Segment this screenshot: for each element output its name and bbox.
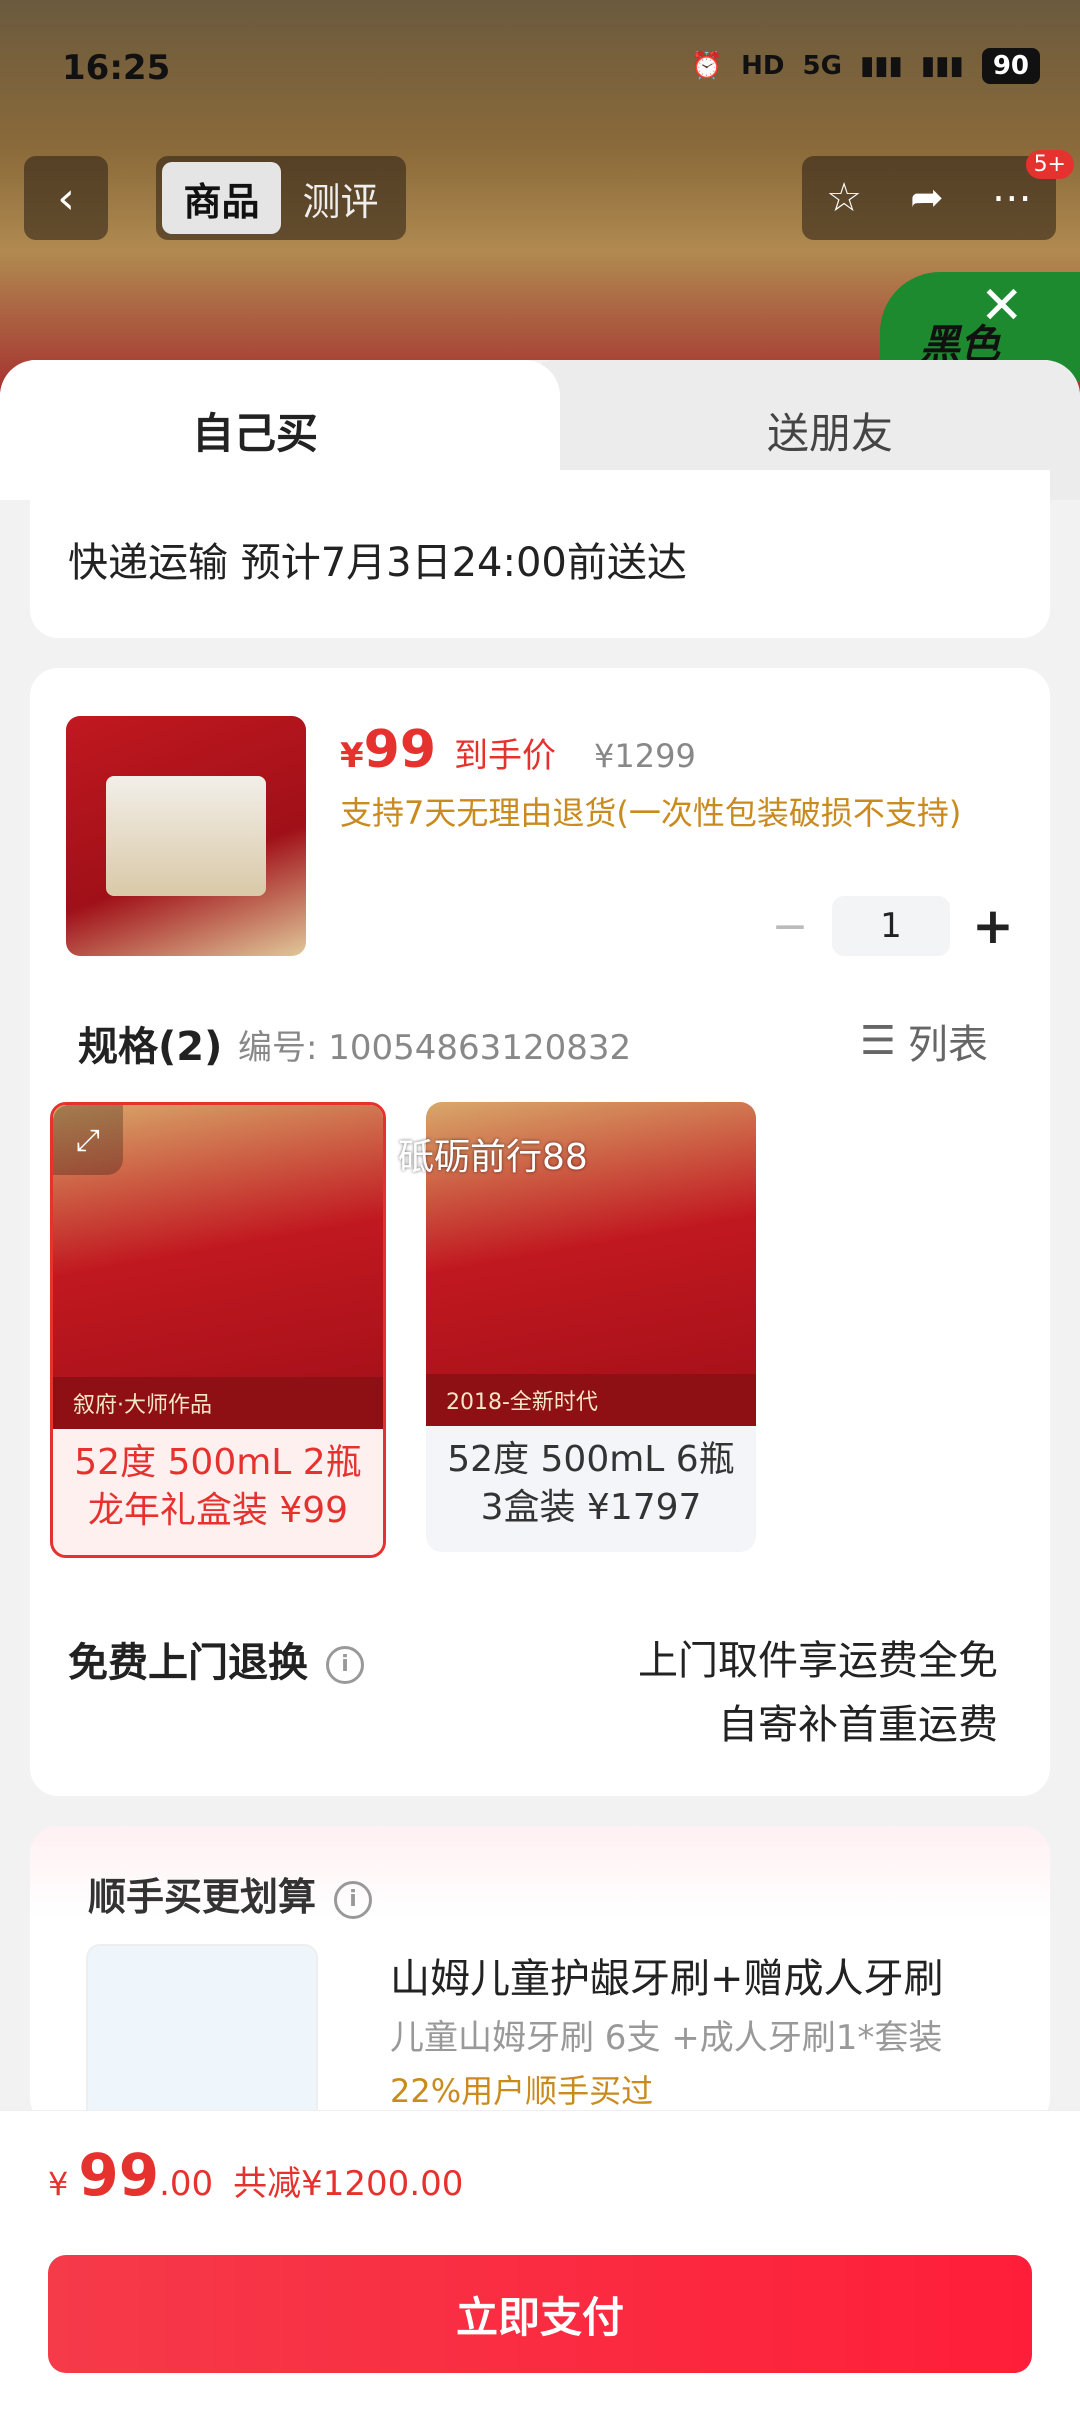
product-thumbnail[interactable] xyxy=(66,716,306,956)
status-time: 16:25 xyxy=(62,48,171,88)
alarm-icon: ⏰ xyxy=(690,51,724,81)
status-bar: 16:25 ⏰ HD 5G ▮▮▮ ▮▮▮ 90 xyxy=(62,48,1040,98)
close-icon[interactable]: ✕ xyxy=(980,276,1024,336)
watermark-text: 砥砺前行88 xyxy=(398,1137,588,1178)
nav-segment: 商品 测评 xyxy=(156,156,406,240)
list-icon: ☰ xyxy=(860,1018,896,1064)
addon-card: 顺手买更划算 i 山姆儿童护龈牙刷+赠成人牙刷 儿童山姆牙刷 6支 +成人牙刷1*… xyxy=(30,1826,1050,2148)
free-return-line1: 上门取件享运费全免 xyxy=(638,1638,998,1684)
original-price: ¥1299 xyxy=(594,737,696,775)
product-card: ¥99 到手价 ¥1299 支持7天无理由退货(一次性包装破损不支持) − 1 … xyxy=(30,668,1050,1796)
signal-icon-2: ▮▮▮ xyxy=(920,51,964,81)
spec-option-1-label: 52度 500mL 2瓶 龙年礼盒装 ¥99 xyxy=(74,1442,362,1531)
tab-review[interactable]: 测评 xyxy=(281,162,400,234)
quantity-input[interactable]: 1 xyxy=(832,896,950,956)
expand-icon[interactable]: ⤢ xyxy=(53,1105,123,1175)
addon-title: 顺手买更划算 i xyxy=(88,1866,373,1921)
free-return-line2: 自寄补首重运费 xyxy=(718,1702,998,1748)
tab-buy-self-label: 自己买 xyxy=(191,408,318,458)
addon-name[interactable]: 山姆儿童护龈牙刷+赠成人牙刷 xyxy=(390,1946,944,2004)
list-view-toggle[interactable]: ☰ 列表 xyxy=(860,1012,988,1070)
price-label: 到手价 xyxy=(454,736,557,776)
product-code: 编号: 10054863120832 xyxy=(238,1028,632,1068)
battery-indicator: 90 xyxy=(981,48,1040,84)
checkout-bar: ¥ 99 .00 共减¥1200.00 立即支付 xyxy=(0,2110,1080,2413)
spec-option-1[interactable]: 叙府·大师作品 ⤢ 52度 500mL 2瓶 龙年礼盒装 ¥99 xyxy=(50,1102,386,1558)
spec-option-2-caption: 2018-全新时代 xyxy=(426,1374,756,1426)
price-row: ¥99 到手价 ¥1299 xyxy=(340,720,696,780)
current-price: ¥99 xyxy=(340,720,437,780)
savings-text: 共减¥1200.00 xyxy=(233,2164,464,2204)
star-icon[interactable]: ☆ xyxy=(826,175,862,221)
tab-product[interactable]: 商品 xyxy=(162,162,281,234)
info-icon[interactable]: i xyxy=(326,1646,364,1684)
addon-info-icon[interactable]: i xyxy=(334,1880,373,1919)
tab-gift-friend-label: 送朋友 xyxy=(766,408,893,458)
increase-button[interactable]: + xyxy=(972,897,1014,955)
pay-now-button[interactable]: 立即支付 xyxy=(48,2255,1032,2373)
list-label: 列表 xyxy=(907,1022,988,1068)
spec-option-1-caption: 叙府·大师作品 xyxy=(53,1377,383,1429)
back-button[interactable]: ‹ xyxy=(24,156,108,240)
more-icon[interactable]: ⋯ xyxy=(992,175,1032,221)
signal-icon: ▮▮▮ xyxy=(859,51,903,81)
notification-badge: 5+ xyxy=(1025,150,1074,179)
total-price: ¥ 99 .00 共减¥1200.00 xyxy=(48,2141,464,2209)
shipping-text: 快递运输 预计7月3日24:00前送达 xyxy=(68,540,687,586)
shipping-card: 快递运输 预计7月3日24:00前送达 xyxy=(30,470,1050,638)
signal-label: 5G xyxy=(802,51,842,81)
free-return-title: 免费上门退换 i xyxy=(68,1630,364,1688)
back-arrow-icon: ‹ xyxy=(57,172,75,224)
top-nav: ‹ 商品 测评 ☆ ➦ ⋯ 5+ xyxy=(24,150,1074,240)
spec-option-2-label: 52度 500mL 6瓶 3盒装 ¥1797 xyxy=(447,1439,735,1528)
decrease-button[interactable]: − xyxy=(770,901,810,952)
return-policy-note: 支持7天无理由退货(一次性包装破损不支持) xyxy=(340,794,962,832)
quantity-stepper: − 1 + xyxy=(770,896,1014,956)
spec-title: 规格(2) xyxy=(78,1024,223,1070)
hd-icon: HD xyxy=(741,51,785,81)
nav-actions: ☆ ➦ ⋯ 5+ xyxy=(802,150,1074,240)
addon-tag: 22%用户顺手买过 xyxy=(390,2072,654,2110)
addon-subtitle: 儿童山姆牙刷 6支 +成人牙刷1*套装 xyxy=(390,2018,943,2058)
share-icon[interactable]: ➦ xyxy=(910,175,944,221)
